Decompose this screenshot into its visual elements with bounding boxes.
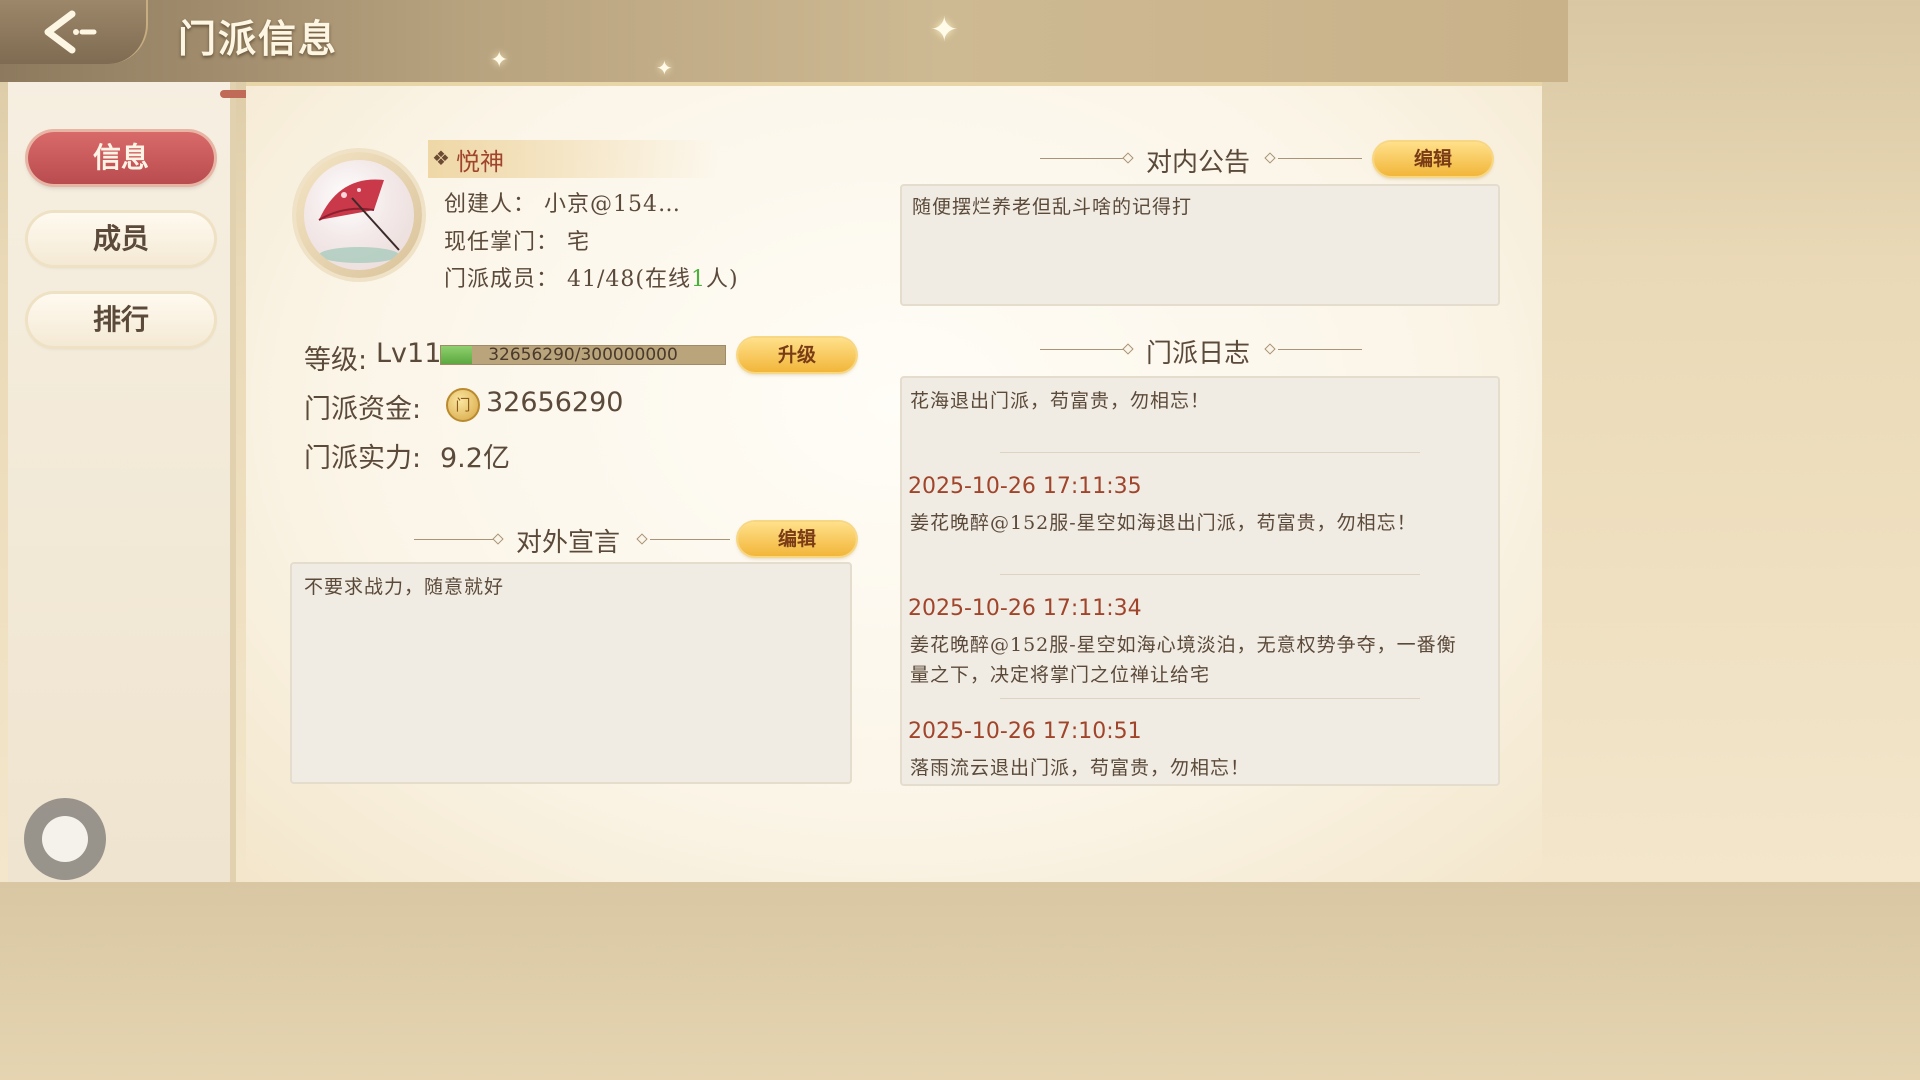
- power-label: 门派实力:: [304, 443, 422, 474]
- log-separator: [1000, 574, 1420, 575]
- notice-edit-button[interactable]: 编辑: [1374, 142, 1492, 176]
- level-label: 等级:: [304, 345, 368, 376]
- divider: [650, 539, 730, 540]
- members-suffix: 人): [705, 267, 739, 292]
- log-entry-text-cont: 量之下，决定将掌门之位禅让给宅: [910, 664, 1211, 686]
- notice-text: 随便摆烂养老但乱斗啥的记得打: [912, 196, 1193, 218]
- members-prefix: 门派成员： 41/48(在线: [444, 267, 691, 292]
- back-button[interactable]: [0, 0, 148, 64]
- members-line: 门派成员： 41/48(在线1人): [444, 261, 739, 293]
- funds-value: 32656290: [486, 387, 624, 418]
- log-entry-time: 2025-10-26 17:10:51: [908, 719, 1142, 744]
- divider: [414, 539, 494, 540]
- upgrade-button[interactable]: 升级: [738, 338, 856, 372]
- sparkle-icon: ✦: [656, 56, 673, 80]
- leader-line: 现任掌门： 宅: [444, 230, 590, 255]
- members-online-count: 1: [690, 267, 706, 292]
- declaration-edit-button[interactable]: 编辑: [738, 522, 856, 556]
- xp-progress-text: 32656290/300000000: [488, 345, 678, 365]
- divider: [1278, 349, 1362, 350]
- log-entry-text: 姜花晚醉@152服-星空如海心境淡泊，无意权势争夺，一番衡: [910, 634, 1457, 656]
- back-arrow-icon: [44, 10, 97, 54]
- guild-coin-icon: 门: [446, 388, 480, 422]
- log-entry-text: 花海退出门派，苟富贵，勿相忘！: [910, 390, 1211, 412]
- log-heading: 门派日志: [1146, 339, 1251, 369]
- sparkle-icon: ✦: [490, 48, 509, 73]
- divider: [1040, 158, 1124, 159]
- umbrella-icon: [318, 179, 400, 263]
- log-separator: [1000, 452, 1420, 453]
- guild-avatar[interactable]: [304, 160, 414, 270]
- sidebar-item-members[interactable]: 成员: [28, 213, 214, 265]
- divider: [1278, 158, 1362, 159]
- sidebar: [8, 82, 236, 882]
- creator-line: 创建人： 小京@154…: [444, 192, 681, 217]
- sparkle-icon: ✦: [930, 10, 959, 50]
- log-entry-time: 2025-10-26 17:11:35: [908, 474, 1142, 499]
- log-entry-text: 姜花晚醉@152服-星空如海退出门派，苟富贵，勿相忘！: [910, 512, 1417, 534]
- power-value: 9.2亿: [440, 443, 510, 474]
- page-title: 门派信息: [178, 16, 339, 61]
- guild-name: 悦神: [456, 148, 504, 176]
- log-entry-time: 2025-10-26 17:11:34: [908, 596, 1142, 621]
- floating-assistive-button[interactable]: [24, 798, 106, 880]
- declaration-text: 不要求战力，随意就好: [304, 576, 505, 598]
- sidebar-item-info[interactable]: 信息: [28, 132, 214, 184]
- floating-button-core: [42, 816, 88, 862]
- level-value: Lv11: [376, 338, 442, 369]
- funds-label: 门派资金:: [304, 394, 422, 425]
- declaration-heading: 对外宣言: [516, 528, 621, 558]
- notice-heading: 对内公告: [1146, 148, 1251, 178]
- diamond-icon: ❖: [432, 146, 450, 170]
- log-entry-text: 落雨流云退出门派，苟富贵，勿相忘！: [910, 757, 1251, 779]
- xp-progress-bar: 32656290/300000000: [440, 345, 726, 365]
- log-separator: [1000, 698, 1420, 699]
- divider: [1040, 349, 1124, 350]
- sidebar-item-ranking[interactable]: 排行: [28, 294, 214, 346]
